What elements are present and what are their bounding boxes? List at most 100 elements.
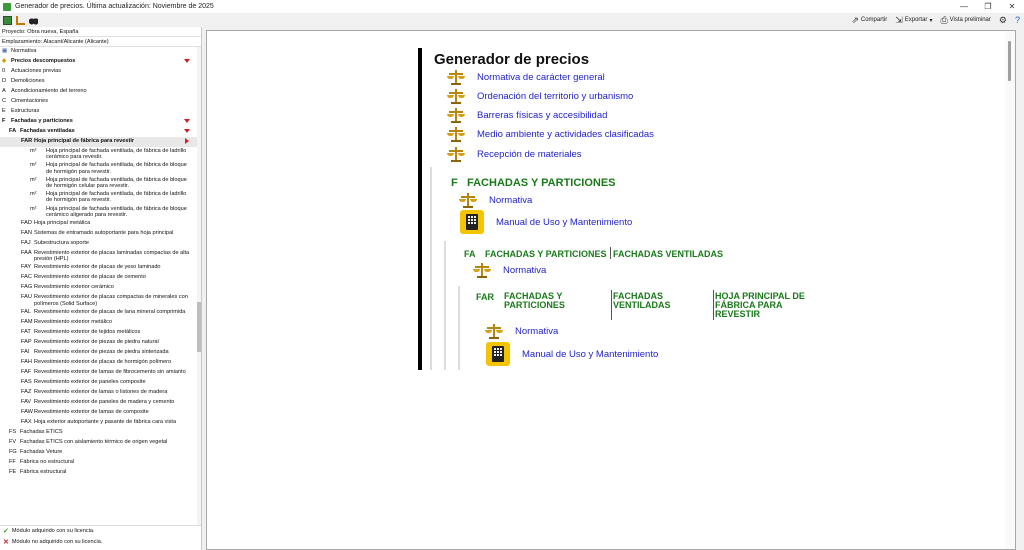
tree-item[interactable]: FS Fachadas ETICS [0, 428, 198, 438]
tree-item[interactable]: FAU Revestimiento exterior de placas comp… [0, 293, 198, 307]
tree-scrollbar-thumb[interactable] [197, 302, 201, 352]
open-project-icon[interactable] [3, 15, 12, 25]
tree-item[interactable]: FAY Revestimiento exterior de placas de y… [0, 263, 198, 273]
section-bar [418, 48, 422, 370]
link-normativa-f[interactable]: Normativa [459, 192, 532, 208]
tree-item[interactable]: m² Hoja principal de fachada ventilada, d… [0, 190, 198, 204]
toolbar: ⇗ Compartir ⇲ Exportar ▾ ⎙ Vista prelimi… [0, 13, 1024, 27]
tree-item[interactable]: FE Fábrica estructural [0, 468, 198, 478]
manual-icon [486, 342, 510, 366]
tree-item[interactable]: FAI Revestimiento exterior de piezas de p… [0, 348, 198, 358]
tree-item[interactable]: FAV Revestimiento exterior de paneles de … [0, 398, 198, 408]
license-legend: ✓ Módulo adquirido con su licencia. ✕ Módu… [0, 525, 201, 550]
section-bar [458, 286, 460, 370]
up-level-icon[interactable] [16, 15, 25, 25]
tree-item-precios-descompuestos[interactable]: ◆ Precios descompuestos [0, 57, 198, 67]
link-recepcion-materiales[interactable]: Recepción de materiales [447, 146, 582, 162]
tree-item[interactable]: E Estructuras [0, 107, 198, 117]
tree-item[interactable]: FAG Revestimiento exterior cerámico [0, 283, 198, 293]
folder-icon: ◆ [2, 58, 7, 64]
export-icon: ⇲ [895, 14, 903, 25]
expand-arrow-icon[interactable] [184, 59, 190, 63]
tree-item[interactable]: FAX Hoja exterior autoportante y pasante … [0, 418, 198, 428]
tree-item[interactable]: m² Hoja principal de fachada ventilada, d… [0, 205, 198, 219]
tree-item[interactable]: FAC Revestimiento exterior de placas de c… [0, 273, 198, 283]
app-icon [3, 2, 11, 11]
link-normativa-fa[interactable]: Normativa [473, 262, 546, 278]
tree-item-fachadas-particiones[interactable]: F Fachadas y particiones [0, 117, 198, 127]
page-title: Generador de precios [434, 51, 590, 68]
share-icon: ⇗ [851, 14, 859, 25]
tree-item[interactable]: FAS Revestimiento exterior de paneles com… [0, 378, 198, 388]
section-fa-code: FA [464, 249, 476, 259]
tree-item[interactable]: FAZ Revestimiento exterior de lamas o lis… [0, 388, 198, 398]
tree-item[interactable]: D Demoliciones [0, 77, 198, 87]
link-normativa-far[interactable]: Normativa [485, 323, 558, 339]
gear-icon[interactable]: ⚙ [999, 15, 1007, 26]
tree-item-normativa[interactable]: ▦ Normativa [0, 47, 198, 57]
tree-item[interactable]: FAW Revestimiento exterior de lamas de co… [0, 408, 198, 418]
link-normativa-general[interactable]: Normativa de carácter general [447, 69, 605, 85]
tree-item-hoja-principal[interactable]: FAR Hoja principal de fábrica para revest… [0, 137, 198, 147]
tree-item[interactable]: FAJ Subestructura soporte [0, 239, 198, 249]
project-info: Proyecto: Obra nueva, España [0, 27, 201, 37]
tree-item[interactable]: FAL Revestimiento exterior de placas de l… [0, 308, 198, 318]
collapse-arrow-icon[interactable] [185, 138, 189, 144]
help-icon[interactable]: ? [1015, 15, 1020, 25]
print-preview-button[interactable]: ⎙ Vista preliminar [940, 15, 990, 26]
section-f-code: F [451, 177, 458, 189]
document-scrollbar-thumb[interactable] [1008, 41, 1011, 81]
column-separator [610, 247, 611, 259]
scale-icon [447, 146, 465, 162]
left-panel: Proyecto: Obra nueva, España Emplazamien… [0, 27, 202, 550]
tree-item[interactable]: FAM Revestimiento exterior metálico [0, 318, 198, 328]
tree-item[interactable]: FAP Revestimiento exterior de piezas de p… [0, 338, 198, 348]
share-button[interactable]: ⇗ Compartir [851, 15, 887, 26]
tree-item[interactable]: A Acondicionamiento del terreno [0, 87, 198, 97]
scale-icon [485, 323, 503, 339]
check-icon: ✓ [3, 528, 9, 535]
tree-item[interactable]: FAA Revestimiento exterior de placas lami… [0, 249, 198, 263]
tree-item[interactable]: FAF Revestimiento exterior de lamas de fi… [0, 368, 198, 378]
tree-item[interactable]: FAH Revestimiento exterior de placas de h… [0, 358, 198, 368]
section-fa-part1: FACHADAS Y PARTICIONES [485, 249, 607, 259]
expand-arrow-icon[interactable] [184, 129, 190, 133]
section-far-part2: FACHADAS VENTILADAS [613, 291, 671, 310]
tree-scrollbar[interactable] [197, 47, 201, 547]
tree-item[interactable]: m² Hoja principal de fachada ventilada, d… [0, 161, 198, 175]
link-medio-ambiente[interactable]: Medio ambiente y actividades clasificada… [447, 126, 654, 142]
tree-item[interactable]: FF Fábrica no estructural [0, 458, 198, 468]
tree-item[interactable]: 0 Actuaciones previas [0, 67, 198, 77]
tree-item[interactable]: FAD Hoja principal metálica [0, 219, 198, 229]
column-separator [713, 290, 714, 320]
tree-item[interactable]: C Cimentaciones [0, 97, 198, 107]
tree-item[interactable]: FAN Sistemas de entramado autoportante pa… [0, 229, 198, 239]
price-tree: ▦ Normativa ◆ Precios descompuestos 0 Act… [0, 47, 198, 550]
section-far-part1: FACHADAS Y PARTICIONES [504, 291, 565, 310]
tree-item-fachadas-ventiladas[interactable]: FA Fachadas ventiladas [0, 127, 198, 137]
binoculars-icon[interactable] [29, 15, 38, 25]
link-manual-far[interactable]: Manual de Uso y Mantenimiento [486, 342, 658, 366]
tree-item[interactable]: FV Fachadas ETICS con aislamiento térmico… [0, 438, 198, 448]
tree-item[interactable]: FG Fachadas Veture [0, 448, 198, 458]
section-far-part3: HOJA PRINCIPAL DE FÁBRICA PARA REVESTIR [715, 291, 805, 319]
scale-icon [447, 69, 465, 85]
link-barreras-fisicas[interactable]: Barreras físicas y accesibilidad [447, 107, 607, 123]
cross-icon: ✕ [3, 539, 9, 546]
location-info: Emplazamiento: Alacant/Alicante (Alicant… [0, 37, 201, 47]
link-manual-f[interactable]: Manual de Uso y Mantenimiento [460, 210, 632, 234]
maximize-button[interactable]: ❐ [976, 2, 1000, 11]
book-icon: ▦ [2, 48, 8, 54]
document-scrollbar[interactable] [1005, 31, 1015, 549]
tree-item[interactable]: m² Hoja principal de fachada ventilada, d… [0, 176, 198, 190]
expand-arrow-icon[interactable] [184, 119, 190, 123]
tree-item[interactable]: FAT Revestimiento exterior de tejidos met… [0, 328, 198, 338]
link-ordenacion-territorio[interactable]: Ordenación del territorio y urbanismo [447, 88, 633, 104]
scale-icon [447, 107, 465, 123]
export-button[interactable]: ⇲ Exportar ▾ [895, 15, 932, 26]
close-button[interactable]: ✕ [1000, 2, 1024, 11]
title-bar: Generador de precios. Última actualizaci… [0, 0, 1024, 13]
minimize-button[interactable]: — [952, 2, 976, 11]
section-f-title: FACHADAS Y PARTICIONES [467, 177, 616, 189]
tree-item[interactable]: m² Hoja principal de fachada ventilada, d… [0, 147, 198, 161]
